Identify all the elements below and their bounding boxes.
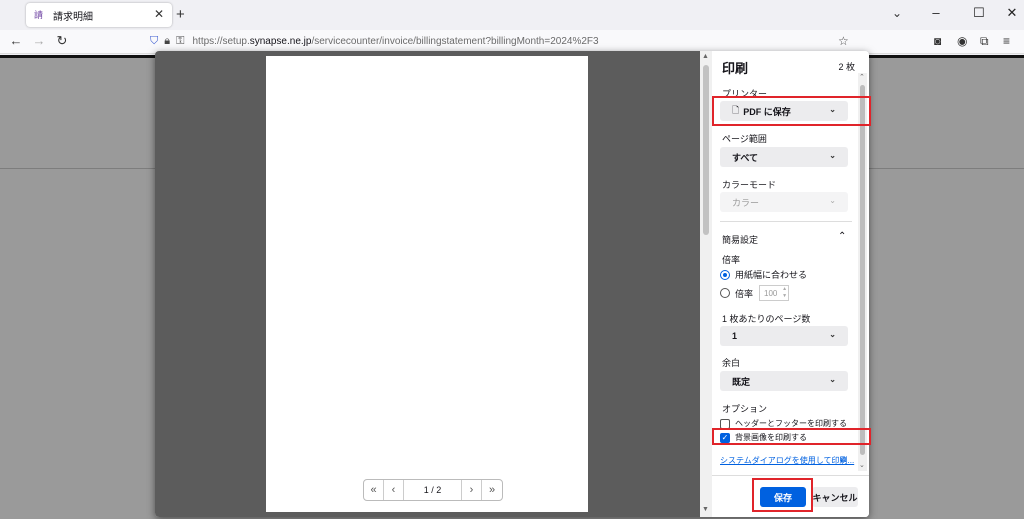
color-value: カラー xyxy=(732,197,760,208)
back-icon[interactable]: ← xyxy=(8,33,24,48)
preview-scroll-thumb[interactable] xyxy=(703,65,709,235)
last-page-icon[interactable]: » xyxy=(482,480,502,500)
print-preview: « ‹ 1 / 2 › » xyxy=(155,51,700,517)
dialog-footer: 保存 キャンセル xyxy=(712,475,869,517)
site-favicon-icon: 請 xyxy=(34,10,44,20)
minimize-icon[interactable]: – xyxy=(926,5,946,20)
preview-page xyxy=(266,56,588,512)
tab-close-icon[interactable]: ✕ xyxy=(154,7,164,21)
menu-icon[interactable]: ≡ xyxy=(1003,34,1010,48)
chevron-down-icon: ⌄ xyxy=(829,151,836,160)
url-text[interactable]: https://setup.synapse.ne.jp/servicecount… xyxy=(192,36,598,47)
printer-label: プリンター xyxy=(722,89,768,99)
tab-strip: 請 請求明細 ✕ + ⌄ – ☐ ✕ xyxy=(0,0,1024,30)
print-dialog: « ‹ 1 / 2 › » ▲ ▼ 印刷 2 枚 プリンター 🗋︎ PDF に保… xyxy=(155,51,869,517)
system-dialog-link[interactable]: システムダイアログを使用して印刷... xyxy=(720,455,854,466)
pages-per-sheet-value: 1 xyxy=(732,331,738,341)
forward-icon[interactable]: → xyxy=(31,33,47,48)
color-label: カラーモード xyxy=(722,180,777,190)
pages-label: ページ範囲 xyxy=(722,134,767,144)
scale-custom-radio[interactable] xyxy=(720,288,730,298)
scale-fit-radio[interactable] xyxy=(720,269,730,280)
scale-value: 100 xyxy=(764,288,778,298)
chevron-up-icon[interactable]: ⌃ xyxy=(838,231,846,242)
pocket-icon[interactable]: ◙ xyxy=(934,34,941,48)
reload-icon[interactable]: ↻ xyxy=(54,33,70,49)
headers-footers-checkbox[interactable] xyxy=(720,418,730,429)
first-page-icon[interactable]: « xyxy=(364,480,384,500)
next-page-icon[interactable]: › xyxy=(462,480,482,500)
scale-label: 倍率 xyxy=(722,255,741,265)
headers-footers-label: ヘッダーとフッターを印刷する xyxy=(735,419,847,428)
save-button[interactable]: 保存 xyxy=(760,487,806,507)
scale-fit-option[interactable]: 用紙幅に合わせる xyxy=(720,268,807,281)
scroll-up-icon[interactable]: ⌃ xyxy=(859,73,865,81)
background-label: 背景画像を印刷する xyxy=(735,433,807,442)
close-window-icon[interactable]: ✕ xyxy=(1002,5,1022,21)
maximize-icon[interactable]: ☐ xyxy=(969,5,989,21)
margins-label: 余白 xyxy=(722,358,741,368)
url-host: synapse.ne.jp xyxy=(249,36,312,47)
chevron-down-icon: ⌄ xyxy=(829,375,836,384)
external-link-icon[interactable]: ⧉ xyxy=(840,454,846,465)
cancel-button[interactable]: キャンセル xyxy=(812,487,858,507)
shield-icon[interactable]: ⛉ xyxy=(150,35,158,48)
pages-per-sheet-select[interactable]: 1 ⌄ xyxy=(720,326,848,346)
scroll-down-icon[interactable]: ▼ xyxy=(702,506,709,513)
chevron-down-icon: ⌄ xyxy=(829,196,836,205)
more-settings-toggle[interactable]: 簡易設定 xyxy=(722,233,758,246)
pages-select[interactable]: すべて ⌄ xyxy=(720,147,848,167)
pages-per-sheet-label: 1 枚あたりのページ数 xyxy=(722,314,811,324)
printer-value: PDF に保存 xyxy=(743,106,791,117)
spinner-icon[interactable]: ▲ ▼ xyxy=(782,286,787,300)
background-option[interactable]: ✓ 背景画像を印刷する xyxy=(720,432,807,443)
scale-custom-label: 倍率 xyxy=(735,288,754,299)
scroll-down-icon[interactable]: ⌄ xyxy=(859,461,865,469)
pages-value: すべて xyxy=(732,152,759,163)
url-bar[interactable]: ⛉ 🔒︎ ⚿ https://setup.synapse.ne.jp/servi… xyxy=(150,32,860,51)
sheet-count: 2 枚 xyxy=(838,62,855,72)
lock-icon[interactable]: 🔒︎ xyxy=(164,35,170,48)
document-icon: 🗋︎ xyxy=(732,105,740,115)
url-host-prefix: https://setup. xyxy=(192,36,250,47)
preview-scrollbar[interactable]: ▲ ▼ xyxy=(700,51,712,517)
list-all-tabs-icon[interactable]: ⌄ xyxy=(892,6,902,20)
account-icon[interactable]: ◉ xyxy=(957,34,967,48)
print-settings: 印刷 2 枚 プリンター 🗋︎ PDF に保存 ⌄ ページ範囲 すべて ⌄ カラ… xyxy=(712,51,869,517)
scale-custom-option[interactable]: 倍率 100 ▲ ▼ xyxy=(720,285,790,301)
settings-scroll-thumb[interactable] xyxy=(860,85,865,455)
scale-input[interactable]: 100 ▲ ▼ xyxy=(759,285,790,301)
tab-billing[interactable]: 請 請求明細 ✕ xyxy=(26,3,172,27)
settings-scrollbar[interactable]: ⌃ ⌄ xyxy=(858,73,867,471)
background-checkbox[interactable]: ✓ xyxy=(720,432,730,443)
chevron-down-icon: ⌄ xyxy=(829,330,836,339)
options-label: オプション xyxy=(722,404,768,414)
star-icon[interactable]: ☆ xyxy=(838,34,849,48)
extensions-icon[interactable]: ⧉ xyxy=(980,34,989,49)
scale-fit-label: 用紙幅に合わせる xyxy=(735,270,808,280)
preview-pager: « ‹ 1 / 2 › » xyxy=(363,479,503,501)
color-select[interactable]: カラー ⌄ xyxy=(720,192,848,212)
page-indicator: 1 / 2 xyxy=(404,480,462,500)
tab-title: 請求明細 xyxy=(53,11,93,23)
scroll-up-icon[interactable]: ▲ xyxy=(702,53,709,60)
url-path: /servicecounter/invoice/billingstatement… xyxy=(311,36,599,47)
print-title: 印刷 xyxy=(722,61,749,76)
chevron-down-icon: ⌄ xyxy=(829,105,836,114)
divider xyxy=(720,221,852,222)
new-tab-icon[interactable]: + xyxy=(176,6,185,23)
margins-value: 既定 xyxy=(732,376,751,387)
margins-select[interactable]: 既定 ⌄ xyxy=(720,371,848,391)
key-icon[interactable]: ⚿ xyxy=(176,35,184,48)
headers-footers-option[interactable]: ヘッダーとフッターを印刷する xyxy=(720,418,847,429)
prev-page-icon[interactable]: ‹ xyxy=(384,480,404,500)
printer-select[interactable]: 🗋︎ PDF に保存 ⌄ xyxy=(720,101,848,121)
